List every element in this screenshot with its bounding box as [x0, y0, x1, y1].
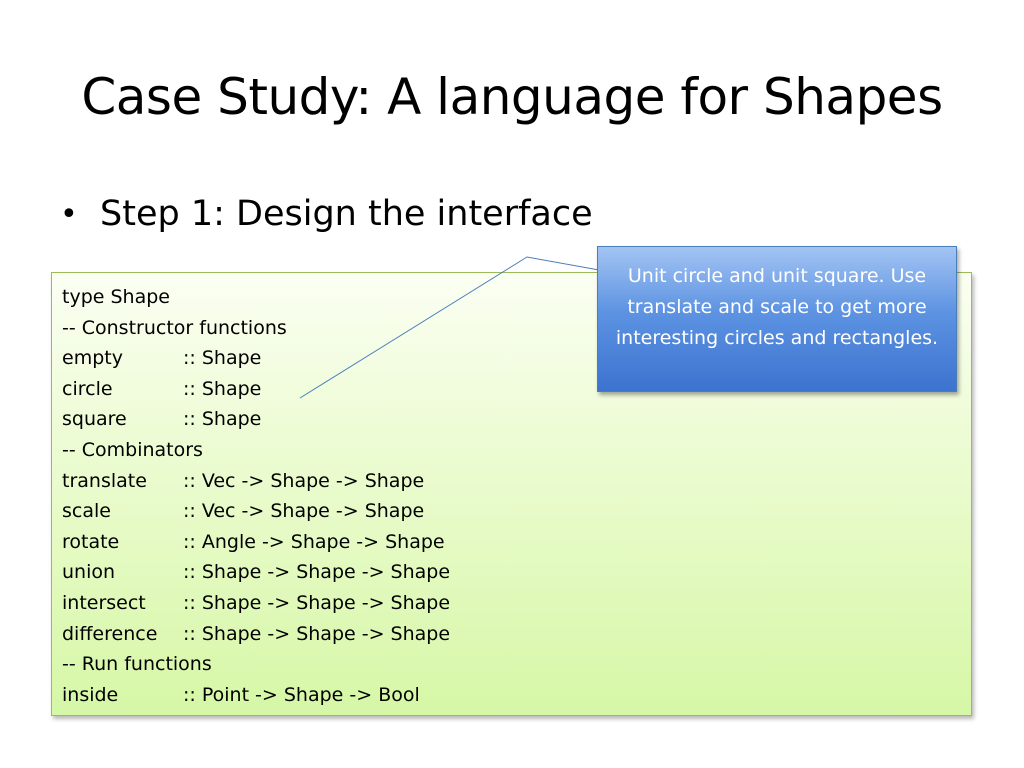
- slide: Case Study: A language for Shapes • Step…: [0, 0, 1024, 768]
- callout-box: Unit circle and unit square. Use transla…: [597, 246, 957, 392]
- callout-text: Unit circle and unit square. Use transla…: [615, 265, 939, 349]
